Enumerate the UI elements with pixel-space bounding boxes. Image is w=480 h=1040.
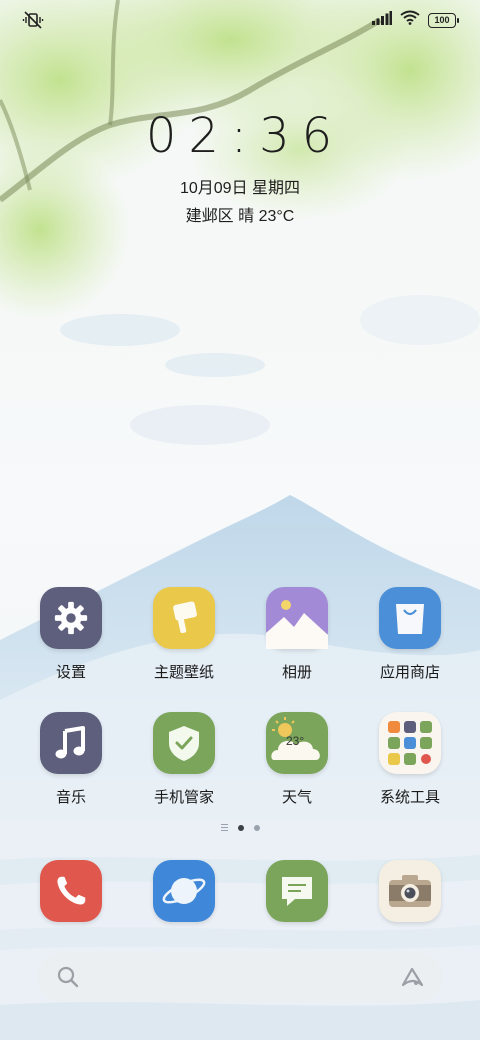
clock-time[interactable]: 02:36 xyxy=(10,108,480,164)
app-settings[interactable]: 设置 xyxy=(16,587,126,682)
app-label: 音乐 xyxy=(55,789,86,806)
shopping-bag-icon[interactable] xyxy=(379,587,441,649)
paint-brush-icon[interactable] xyxy=(153,587,215,649)
folder-grid-icon[interactable] xyxy=(379,712,441,774)
app-store[interactable]: 应用商店 xyxy=(355,587,465,682)
browser-planet-icon[interactable] xyxy=(153,860,215,922)
app-themes[interactable]: 主题壁纸 xyxy=(129,587,239,682)
app-label: 手机管家 xyxy=(153,789,214,806)
clock-weather: 建邺区 晴 23°C xyxy=(185,208,295,225)
music-note-icon[interactable] xyxy=(40,712,102,774)
dock-browser[interactable] xyxy=(129,860,239,922)
wifi-icon xyxy=(400,10,420,30)
shield-check-icon[interactable] xyxy=(153,712,215,774)
signal-icon xyxy=(372,10,392,30)
dock-messages[interactable] xyxy=(242,860,352,922)
settings-gear-icon[interactable] xyxy=(40,587,102,649)
weather-icon-temp: 23° xyxy=(286,734,305,748)
page-dot[interactable] xyxy=(253,824,260,831)
dock-phone[interactable] xyxy=(16,860,126,922)
dock-camera[interactable] xyxy=(355,860,465,922)
app-label: 天气 xyxy=(281,789,312,806)
search-bar[interactable] xyxy=(38,952,442,1002)
weather-cloud-sun-icon[interactable]: 23° xyxy=(266,712,328,774)
battery-indicator: 100 xyxy=(428,12,459,28)
messages-icon[interactable] xyxy=(266,860,328,922)
app-label: 系统工具 xyxy=(379,789,440,806)
battery-level: 100 xyxy=(434,14,450,25)
app-folder-system-tools[interactable]: 系统工具 xyxy=(355,712,465,807)
app-label: 主题壁纸 xyxy=(153,664,214,681)
app-weather[interactable]: 23° 天气 xyxy=(242,712,352,807)
app-music[interactable]: 音乐 xyxy=(16,712,126,807)
app-label: 设置 xyxy=(55,664,86,681)
menu-lines-icon[interactable] xyxy=(220,824,228,831)
status-bar: 100 xyxy=(0,0,480,40)
app-phone-manager[interactable]: 手机管家 xyxy=(129,712,239,807)
gallery-mountain-icon[interactable] xyxy=(266,587,328,649)
page-dot-active[interactable] xyxy=(237,824,244,831)
app-gallery[interactable]: 相册 xyxy=(242,587,352,682)
vibrate-silent-icon xyxy=(22,10,44,35)
assistant-icon[interactable] xyxy=(400,965,426,994)
app-label: 应用商店 xyxy=(379,664,440,681)
search-icon[interactable] xyxy=(56,965,80,994)
camera-icon[interactable] xyxy=(379,860,441,922)
page-indicator[interactable] xyxy=(0,824,480,831)
app-label: 相册 xyxy=(281,664,312,681)
clock-widget[interactable]: 02:36 10月09日 星期四 建邺区 晴 23°C xyxy=(0,108,480,226)
clock-date: 10月09日 星期四 xyxy=(179,180,301,197)
phone-icon[interactable] xyxy=(40,860,102,922)
